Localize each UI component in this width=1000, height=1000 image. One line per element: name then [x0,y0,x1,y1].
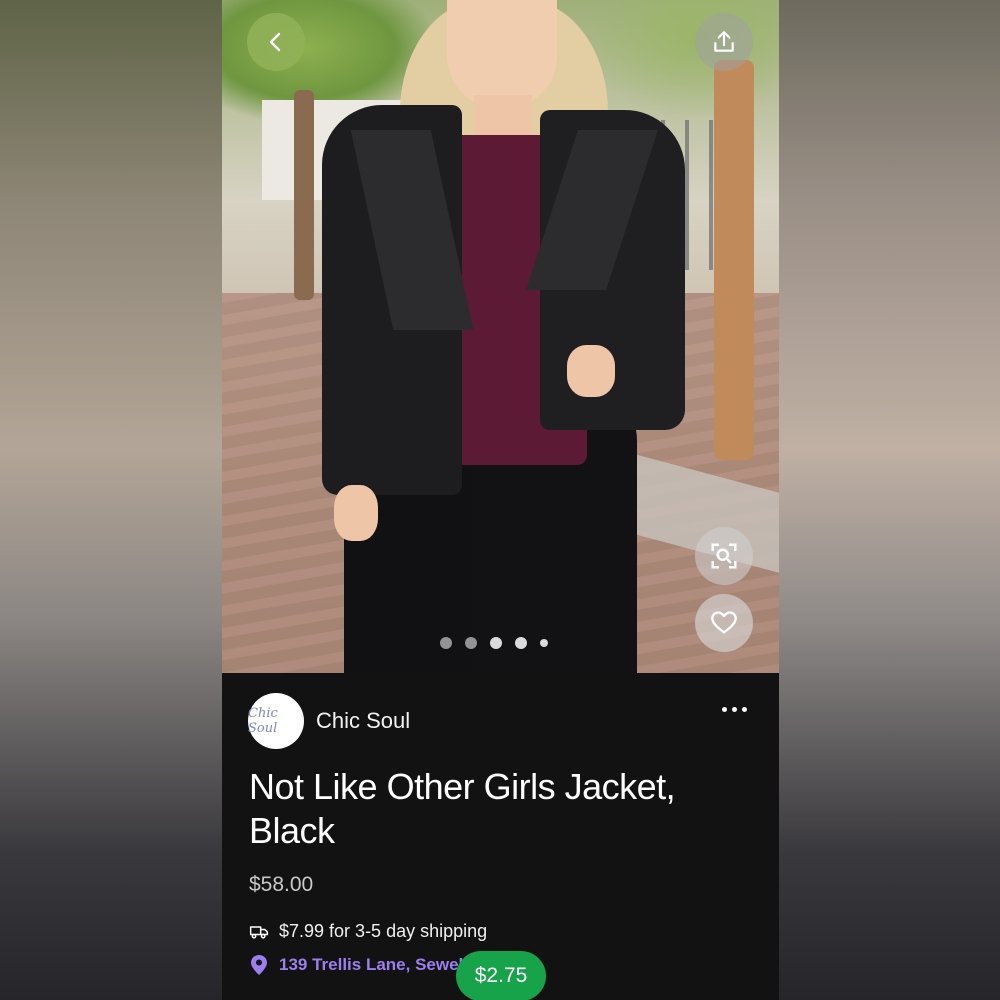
background-blur-right [779,0,1000,1000]
shipping-text: $7.99 for 3-5 day shipping [279,921,488,941]
more-options-button[interactable] [722,707,747,712]
seller-avatar[interactable]: Chic Soul [248,693,304,749]
price-badge[interactable]: $2.75 [456,951,546,1000]
background-blur-left [0,0,222,1000]
shipping-info: $7.99 for 3-5 day shipping [249,921,487,942]
product-info-panel: Chic Soul Chic Soul Not Like Other Girls… [222,673,779,1000]
product-title: Not Like Other Girls Jacket, Black [249,766,676,851]
heart-icon [711,611,737,634]
location-info[interactable]: 139 Trellis Lane, Sewell [249,955,468,975]
model-face [447,0,557,110]
carousel-dot[interactable] [490,637,502,649]
share-icon [714,31,734,52]
location-text[interactable]: 139 Trellis Lane, Sewell [279,955,468,975]
back-button[interactable] [247,13,305,71]
visual-search-button[interactable] [695,527,753,585]
visual-search-icon [711,543,737,569]
product-screen: Chic Soul Chic Soul Not Like Other Girls… [222,0,779,1000]
favorite-button[interactable] [695,594,753,652]
location-pin-icon [249,955,269,975]
seller-row[interactable]: Chic Soul Chic Soul [248,693,410,749]
carousel-dot[interactable] [540,639,548,647]
carousel-indicator[interactable] [440,637,548,649]
seller-name[interactable]: Chic Soul [316,708,410,734]
carousel-dot[interactable] [440,637,452,649]
more-icon [722,707,727,712]
carousel-dot[interactable] [465,637,477,649]
carousel-dot-active[interactable] [515,637,527,649]
product-photo[interactable] [222,0,779,673]
chevron-left-icon [269,32,281,52]
truck-icon [249,922,269,942]
product-price: $58.00 [249,873,314,896]
share-button[interactable] [695,13,753,71]
